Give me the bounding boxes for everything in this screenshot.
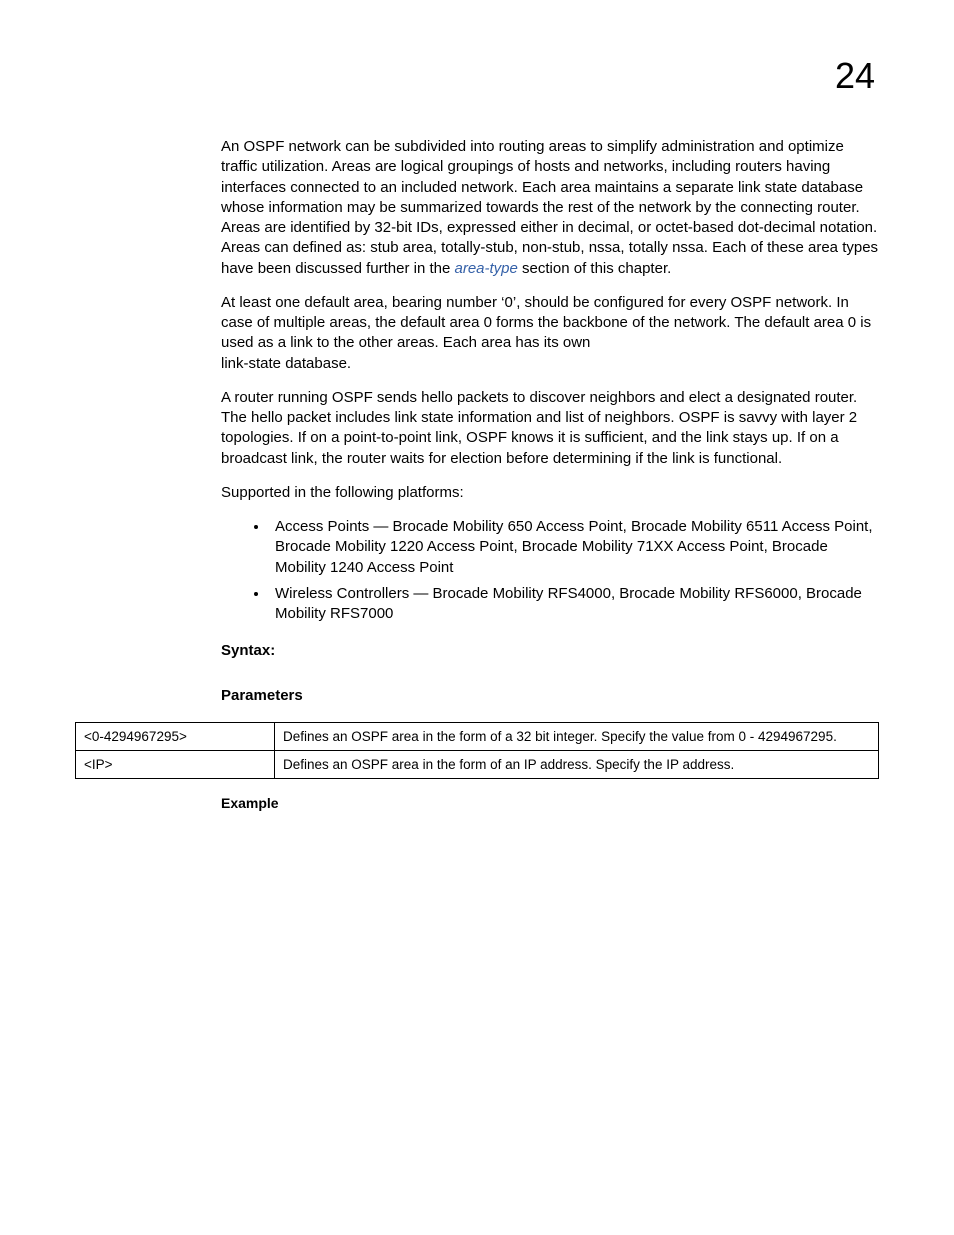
body-paragraph-4: Supported in the following platforms: bbox=[221, 483, 879, 503]
table-cell-desc: Defines an OSPF area in the form of an I… bbox=[275, 751, 879, 779]
parameters-heading: Parameters bbox=[221, 687, 879, 704]
table-cell-desc: Defines an OSPF area in the form of a 32… bbox=[275, 723, 879, 751]
platform-list: Access Points — Brocade Mobility 650 Acc… bbox=[221, 517, 879, 624]
paragraph-text: An OSPF network can be subdivided into r… bbox=[221, 138, 878, 277]
body-paragraph-3: A router running OSPF sends hello packet… bbox=[221, 388, 879, 469]
table-cell-param: <0-4294967295> bbox=[76, 723, 275, 751]
body-paragraph-2: At least one default area, bearing numbe… bbox=[221, 293, 879, 374]
body-paragraph-1: An OSPF network can be subdivided into r… bbox=[221, 137, 879, 279]
paragraph-text: section of this chapter. bbox=[518, 260, 671, 277]
area-type-link[interactable]: area-type bbox=[454, 260, 517, 277]
paragraph-text: At least one default area, bearing numbe… bbox=[221, 294, 871, 352]
table-cell-param: <IP> bbox=[76, 751, 275, 779]
table-row: <IP> Defines an OSPF area in the form of… bbox=[76, 751, 879, 779]
list-item: Access Points — Brocade Mobility 650 Acc… bbox=[269, 517, 879, 578]
paragraph-text: link-state database. bbox=[221, 355, 351, 372]
page-number: 24 bbox=[75, 55, 875, 97]
list-item: Wireless Controllers — Brocade Mobility … bbox=[269, 584, 879, 625]
syntax-heading: Syntax: bbox=[221, 642, 879, 659]
table-row: <0-4294967295> Defines an OSPF area in t… bbox=[76, 723, 879, 751]
example-heading: Example bbox=[221, 795, 879, 811]
parameters-table: <0-4294967295> Defines an OSPF area in t… bbox=[75, 722, 879, 779]
